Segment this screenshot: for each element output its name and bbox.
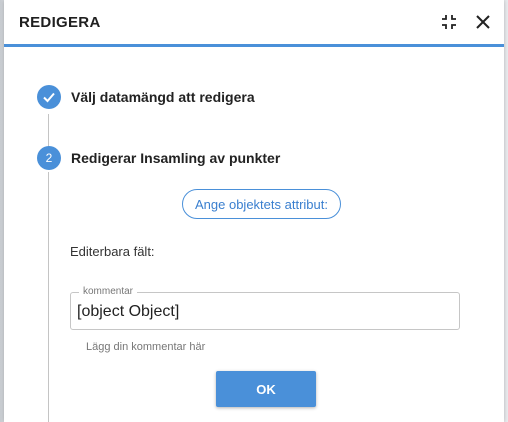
ok-button[interactable]: OK [216,371,316,407]
panel-title: REDIGERA [19,13,101,31]
comment-input[interactable] [75,297,449,327]
comment-hint: Lägg din kommentar här [86,341,206,353]
set-attributes-button[interactable]: Ange objektets attribut: [182,189,341,219]
step-connector-active [48,172,49,422]
close-icon[interactable] [472,11,494,33]
checkmark-icon [37,85,61,109]
step-2[interactable]: 2 Redigerar Insamling av punkter [37,146,280,170]
edit-panel: REDIGERA Välj datamängd att redigera 2 R… [4,0,504,422]
step-1[interactable]: Välj datamängd att redigera [37,85,255,109]
panel-content: Välj datamängd att redigera 2 Redigerar … [4,47,504,422]
comment-field[interactable]: kommentar [70,286,460,330]
editable-fields-label: Editerbara fält: [70,244,155,259]
panel-header: REDIGERA [4,0,504,47]
step-1-label: Välj datamängd att redigera [71,89,255,105]
step-2-number: 2 [37,146,61,170]
collapse-icon[interactable] [438,11,460,33]
header-actions [438,11,494,33]
step-2-label: Redigerar Insamling av punkter [71,150,281,166]
